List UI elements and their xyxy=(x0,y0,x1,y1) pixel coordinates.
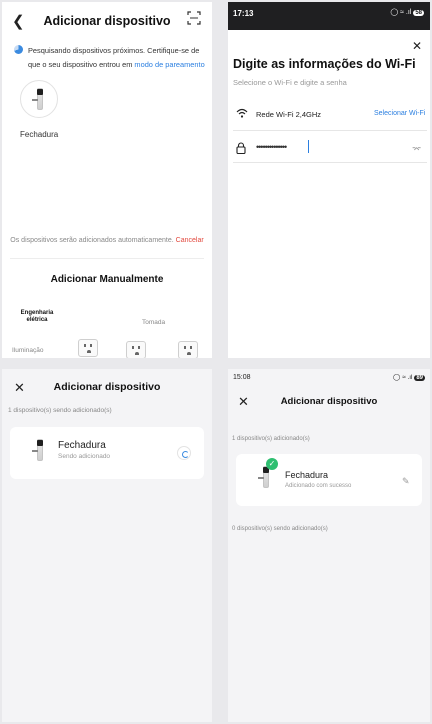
screen-device-added: 15:08 ◯ ≈ .ıl 89 ✕ Adicionar dispositivo… xyxy=(228,369,430,722)
wifi-subtitle: Selecione o Wi-Fi e digite a senha xyxy=(233,78,347,87)
success-check-icon: ✓ xyxy=(266,458,278,470)
smart-lock-icon xyxy=(32,439,44,461)
category-socket[interactable]: Tomada xyxy=(142,319,165,326)
screenshot-grid: ❮ Adicionar dispositivo Pesquisando disp… xyxy=(0,0,432,724)
battery-level: 58 xyxy=(413,10,424,16)
socket-device-icon[interactable] xyxy=(78,339,98,357)
divider xyxy=(233,130,427,131)
divider xyxy=(233,162,427,163)
battery-level: 89 xyxy=(414,375,425,381)
adding-count-text: 1 dispositivo(s) sendo adicionado(s) xyxy=(8,407,112,414)
searching-spinner-icon xyxy=(14,45,23,54)
device-status: Adicionado com sucesso xyxy=(285,483,352,489)
edit-icon[interactable]: ✎ xyxy=(402,476,410,487)
status-time: 15:08 xyxy=(233,374,251,381)
page-title: Adicionar dispositivo xyxy=(53,381,161,393)
page-title: Adicionar dispositivo xyxy=(280,396,378,407)
socket-device-icon[interactable] xyxy=(126,341,146,358)
pairing-mode-link[interactable]: modo de pareamento xyxy=(134,60,204,69)
text-caret xyxy=(308,140,309,153)
status-icons: ◯ ≈ .ıl 89 xyxy=(392,374,425,381)
smart-lock-icon xyxy=(32,88,44,110)
cancel-link[interactable]: Cancelar xyxy=(176,237,204,244)
screen-adding-device: ✕ Adicionar dispositivo 1 dispositivo(s)… xyxy=(2,369,212,722)
page-title: Adicionar dispositivo xyxy=(43,14,171,28)
status-bar xyxy=(228,2,430,30)
hide-password-icon[interactable]: ⌤ xyxy=(412,145,421,154)
category-lighting[interactable]: Iluminação xyxy=(12,347,43,354)
screen-add-device-search: ❮ Adicionar dispositivo Pesquisando disp… xyxy=(2,2,212,358)
add-manually-heading: Adicionar Manualmente xyxy=(50,274,164,285)
found-device-label: Fechadura xyxy=(20,130,59,139)
search-info-text: Pesquisando dispositivos próximos. Certi… xyxy=(28,44,206,72)
status-icons: ◯ ≈ .ıl 58 xyxy=(390,9,424,16)
adding-count-text: 0 dispositivo(s) sendo adicionado(s) xyxy=(232,526,328,532)
device-status: Sendo adicionado xyxy=(58,453,111,460)
auto-add-text: Os dispositivos serão adicionados automa… xyxy=(2,237,212,244)
close-icon[interactable]: ✕ xyxy=(412,39,422,53)
progress-spinner-icon xyxy=(177,446,191,460)
wifi-heading: Digite as informações do Wi-Fi xyxy=(233,57,416,71)
divider xyxy=(10,258,204,259)
wifi-icon xyxy=(236,108,248,118)
found-device-tile[interactable] xyxy=(20,80,58,118)
scan-icon[interactable] xyxy=(187,11,201,25)
category-electrical[interactable]: Engenharia elétrica xyxy=(12,310,62,324)
device-name: Fechadura xyxy=(285,470,329,480)
wifi-network-name[interactable]: Rede Wi-Fi 2,4GHz xyxy=(256,110,321,119)
device-name: Fechadura xyxy=(58,440,106,451)
status-time: 17:13 xyxy=(233,9,254,18)
screen-wifi-info: 17:13 ◯ ≈ .ıl 58 ✕ Digite as informações… xyxy=(228,2,430,358)
socket-device-icon[interactable] xyxy=(178,341,198,358)
password-field[interactable]: •••••••••••••• xyxy=(256,142,287,152)
added-count-text: 1 dispositivo(s) adicionado(s) xyxy=(232,436,310,442)
lock-icon xyxy=(236,142,246,154)
auto-add-message: Os dispositivos serão adicionados automa… xyxy=(10,237,174,244)
select-wifi-link[interactable]: Selecionar Wi-Fi xyxy=(374,110,425,117)
